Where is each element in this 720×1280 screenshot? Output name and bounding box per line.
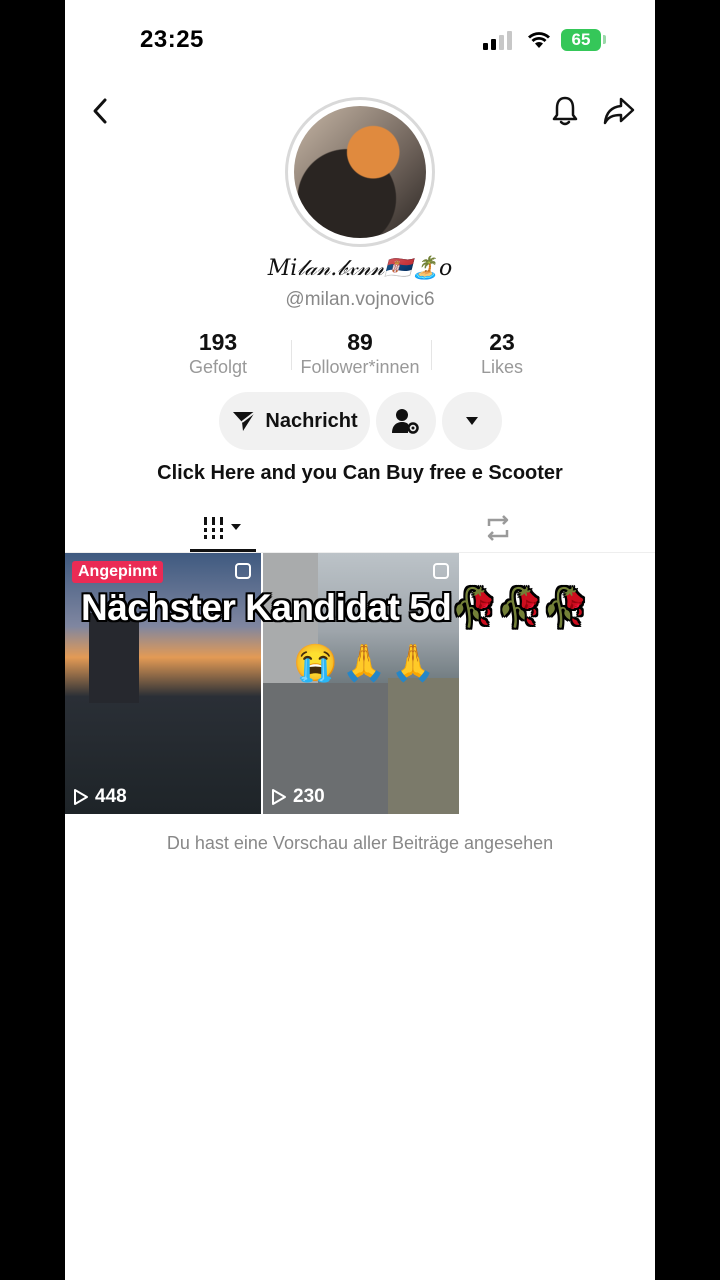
pinned-badge: Angepinnt: [72, 561, 164, 583]
avatar: [294, 106, 426, 238]
message-button-label: Nachricht: [265, 409, 358, 432]
stat-followers[interactable]: 89 Follower*innen: [285, 328, 435, 378]
battery-indicator: 65: [561, 29, 601, 51]
more-options-button[interactable]: [442, 392, 502, 450]
bio-text: Click Here and you Can Buy free e Scoote…: [157, 462, 563, 484]
overlay-caption: Nächster Kandidat 5d🥀🥀🥀: [81, 587, 589, 628]
avatar-ring[interactable]: [285, 97, 435, 247]
play-icon: [272, 789, 286, 805]
repost-icon: [487, 515, 509, 541]
grid-filter-icon: [201, 517, 241, 539]
status-bar: 23:25 65: [65, 0, 655, 80]
display-name: 𝑀𝑖𝓁𝒶𝓃.𝒷𝓍𝓃𝓃🇷🇸🏝️o: [267, 256, 453, 281]
add-friend-button[interactable]: [376, 392, 436, 450]
chevron-left-icon: [93, 98, 107, 124]
play-icon: [74, 789, 88, 805]
view-count: 230: [271, 786, 325, 808]
profile-screen: 23:25 65 𝑀𝑖𝓁𝒶𝓃.�: [65, 0, 655, 1280]
wifi-icon: [528, 32, 550, 48]
multi-image-icon: [433, 563, 449, 579]
stat-following[interactable]: 193 Gefolgt: [173, 328, 263, 378]
stat-label: Follower*innen: [300, 357, 420, 377]
stat-divider: [431, 340, 432, 370]
stat-label: Gefolgt: [188, 357, 248, 377]
multi-image-icon: [235, 563, 251, 579]
stat-label: Likes: [480, 357, 524, 377]
overlay-emoji-line: 😭🙏🙏: [293, 642, 440, 683]
stat-value: 193: [198, 329, 238, 355]
battery-tip: [603, 35, 606, 44]
video-thumbnail-sidewalk: [388, 678, 459, 814]
person-settings-icon: [392, 409, 419, 434]
stat-likes[interactable]: 23 Likes: [462, 328, 542, 378]
tab-videos[interactable]: [190, 505, 256, 551]
preview-end-note: Du hast eine Vorschau aller Beiträge ang…: [166, 833, 554, 853]
cellular-signal-icon: [483, 31, 512, 50]
username-handle: @milan.vojnovic6: [285, 289, 435, 310]
message-button[interactable]: Nachricht: [219, 392, 370, 450]
status-time: 23:25: [140, 26, 204, 53]
share-button[interactable]: [601, 92, 637, 130]
back-button[interactable]: [83, 92, 119, 130]
view-count-value: 230: [293, 786, 325, 807]
view-count: 448: [73, 786, 127, 808]
stat-value: 89: [347, 329, 373, 355]
stat-value: 23: [489, 329, 515, 355]
bell-icon: [552, 96, 578, 126]
send-icon: [233, 411, 256, 431]
view-count-value: 448: [95, 786, 127, 807]
share-arrow-icon: [603, 97, 635, 125]
tab-reposts[interactable]: [465, 505, 531, 551]
triangle-down-icon: [466, 417, 478, 425]
notifications-button[interactable]: [547, 92, 583, 130]
